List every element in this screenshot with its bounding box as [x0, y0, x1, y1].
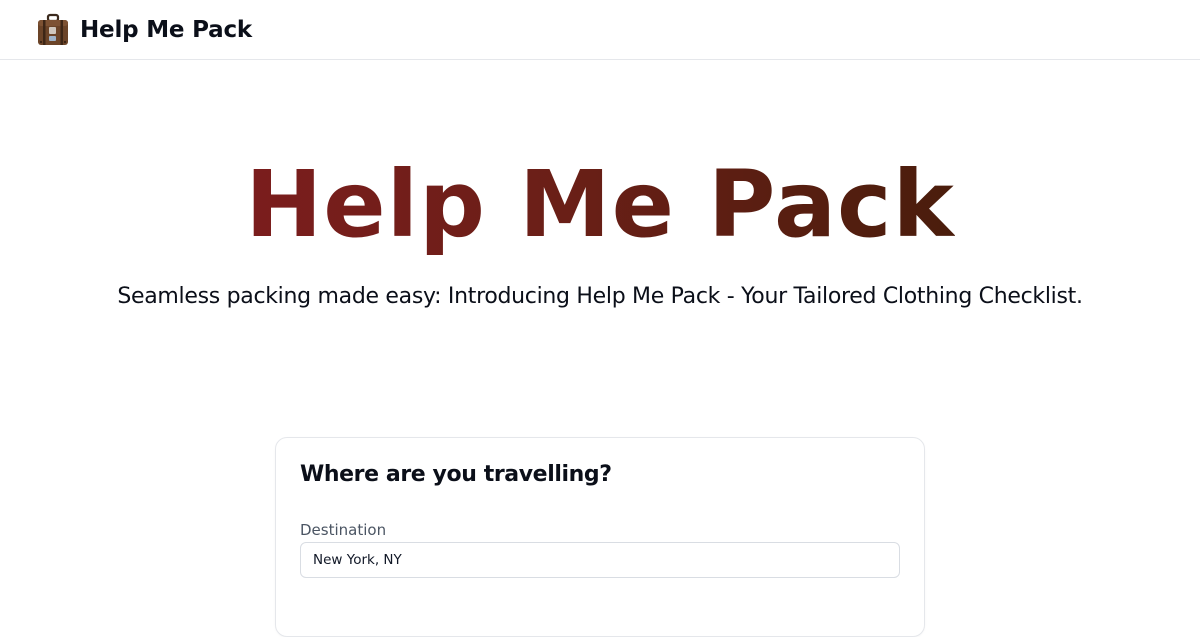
hero-title-text: Help Me Pack	[245, 151, 955, 258]
brand-name: Help Me Pack	[80, 16, 252, 43]
destination-label: Destination	[300, 521, 387, 539]
form-title: Where are you travelling?	[300, 462, 612, 487]
trip-form-card: Where are you travelling? Destination	[275, 437, 925, 637]
suitcase-icon	[38, 13, 68, 45]
hero-subtitle: Seamless packing made easy: Introducing …	[117, 284, 1083, 309]
top-navbar: Help Me Pack	[0, 0, 1200, 60]
destination-input[interactable]	[300, 542, 900, 578]
hero-title: Help Me Pack	[0, 150, 1200, 260]
brand-link[interactable]: Help Me Pack	[36, 13, 252, 47]
